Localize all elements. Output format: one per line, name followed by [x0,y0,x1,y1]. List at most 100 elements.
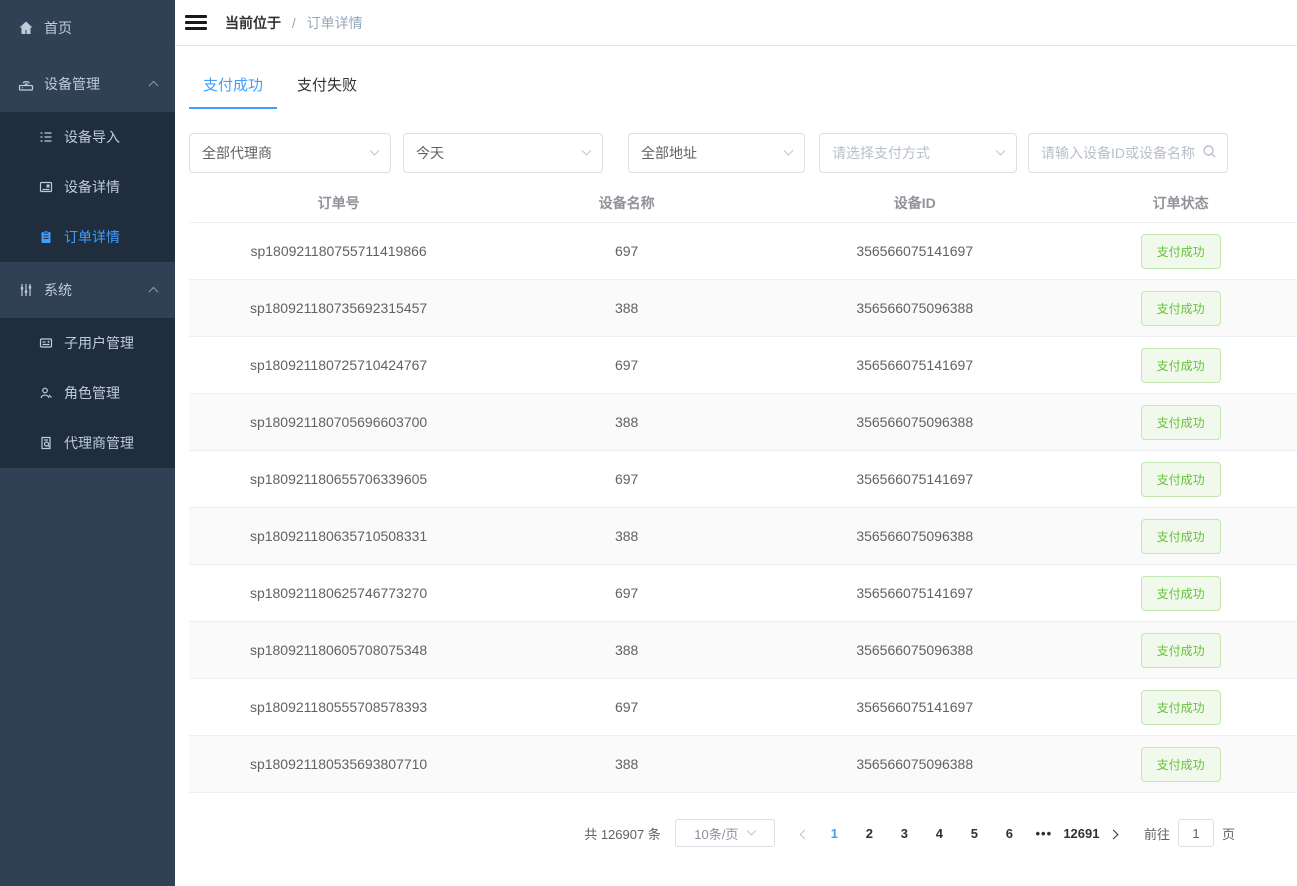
cell-device-name: 697 [488,471,765,487]
main-panel: 当前位于 / 订单详情 支付成功 支付失败 全部代理商 今天 [175,0,1297,886]
sidebar-item-role[interactable]: 角色管理 [0,368,175,418]
breadcrumb-current[interactable]: 订单详情 [307,15,363,31]
address-select[interactable]: 全部地址 [628,133,805,173]
chevron-down-icon [582,145,592,155]
card-icon [38,179,54,195]
sidebar-item-device-detail[interactable]: 设备详情 [0,162,175,212]
date-select-value: 今天 [416,143,575,163]
table-header: 订单号 设备名称 设备ID 订单状态 [189,183,1297,223]
cell-order-no: sp180921180705696603700 [189,414,488,430]
id-card-icon [38,335,54,351]
status-badge[interactable]: 支付成功 [1141,462,1221,497]
sidebar-item-label: 设备导入 [64,127,120,147]
breadcrumb: 当前位于 / 订单详情 [225,13,363,33]
status-badge[interactable]: 支付成功 [1141,405,1221,440]
status-badge[interactable]: 支付成功 [1141,633,1221,668]
device-icon [18,76,34,92]
tab-pay-success[interactable]: 支付成功 [189,74,277,109]
table-row: sp180921180535693807710 388 356566075096… [189,736,1297,793]
goto-page-input[interactable] [1178,819,1214,847]
cell-order-no: sp180921180555708578393 [189,699,488,715]
content: 支付成功 支付失败 全部代理商 今天 全部地址 请选择支付方式 [175,46,1297,847]
cell-device-name: 697 [488,243,765,259]
sidebar-item-subuser[interactable]: 子用户管理 [0,318,175,368]
cell-device-id: 356566075096388 [765,528,1064,544]
prev-page-button[interactable] [793,825,817,841]
goto-label: 前往 [1144,824,1170,843]
doc-search-icon [38,435,54,451]
status-badge[interactable]: 支付成功 [1141,690,1221,725]
tab-pay-fail[interactable]: 支付失败 [283,74,371,109]
status-badge[interactable]: 支付成功 [1141,234,1221,269]
list-icon [38,129,54,145]
table-row: sp180921180735692315457 388 356566075096… [189,280,1297,337]
col-header-status: 订单状态 [1064,193,1297,213]
status-badge[interactable]: 支付成功 [1141,348,1221,383]
cell-device-name: 697 [488,585,765,601]
status-badge[interactable]: 支付成功 [1141,291,1221,326]
sidebar-item-label: 首页 [44,18,72,38]
status-badge[interactable]: 支付成功 [1141,519,1221,554]
cell-device-id: 356566075096388 [765,756,1064,772]
cell-order-no: sp180921180725710424767 [189,357,488,373]
cell-device-name: 388 [488,756,765,772]
sidebar-item-label: 订单详情 [64,227,120,247]
pagination: 共 126907 条 10条/页 1 2 3 4 5 6 ••• 12691 前… [189,819,1297,847]
cell-order-no: sp180921180605708075348 [189,642,488,658]
table-row: sp180921180705696603700 388 356566075096… [189,394,1297,451]
page-number-6[interactable]: 6 [994,826,1024,841]
chevron-down-icon [996,145,1006,155]
status-badge[interactable]: 支付成功 [1141,576,1221,611]
chevron-down-icon [370,145,380,155]
status-badge[interactable]: 支付成功 [1141,747,1221,782]
page-number-last[interactable]: 12691 [1063,826,1099,841]
chevron-down-icon [747,825,757,835]
agent-select[interactable]: 全部代理商 [189,133,391,173]
table-row: sp180921180625746773270 697 356566075141… [189,565,1297,622]
page-number-2[interactable]: 2 [854,826,884,841]
goto-page: 前往 页 [1144,819,1235,847]
cell-device-id: 356566075141697 [765,243,1064,259]
clipboard-icon [38,229,54,245]
hamburger-menu-icon[interactable] [185,12,207,33]
cell-order-no: sp180921180755711419866 [189,243,488,259]
cell-order-no: sp180921180625746773270 [189,585,488,601]
agent-select-value: 全部代理商 [202,143,363,163]
date-select[interactable]: 今天 [403,133,603,173]
page-size-value: 10条/页 [694,824,738,843]
cell-device-id: 356566075096388 [765,414,1064,430]
device-search-input[interactable] [1041,145,1202,161]
address-select-value: 全部地址 [641,143,777,163]
payment-select[interactable]: 请选择支付方式 [819,133,1017,173]
cell-device-id: 356566075141697 [765,699,1064,715]
next-page-button[interactable] [1102,825,1126,841]
table-row: sp180921180555708578393 697 356566075141… [189,679,1297,736]
cell-device-id: 356566075096388 [765,300,1064,316]
more-pages-icon[interactable]: ••• [1029,826,1059,841]
sidebar-group-label: 系统 [44,280,72,300]
page-number-1[interactable]: 1 [819,826,849,841]
breadcrumb-separator: / [292,15,296,31]
sidebar-item-agent[interactable]: 代理商管理 [0,418,175,468]
device-search [1028,133,1228,173]
page-number-4[interactable]: 4 [924,826,954,841]
chevron-up-icon [149,81,159,91]
sidebar-group-device[interactable]: 设备管理 [0,56,175,112]
page-size-select[interactable]: 10条/页 [675,819,775,847]
sidebar-item-device-import[interactable]: 设备导入 [0,112,175,162]
sidebar-item-order-detail[interactable]: 订单详情 [0,212,175,262]
page-number-3[interactable]: 3 [889,826,919,841]
cell-order-no: sp180921180635710508331 [189,528,488,544]
sidebar: 首页 设备管理 设备导入 [0,0,175,886]
cell-device-name: 697 [488,357,765,373]
table-row: sp180921180725710424767 697 356566075141… [189,337,1297,394]
cell-device-name: 388 [488,642,765,658]
tabs: 支付成功 支付失败 [189,74,1297,109]
page-number-5[interactable]: 5 [959,826,989,841]
sidebar-item-home[interactable]: 首页 [0,0,175,56]
table-row: sp180921180635710508331 388 356566075096… [189,508,1297,565]
cell-order-no: sp180921180535693807710 [189,756,488,772]
cell-device-name: 388 [488,300,765,316]
sidebar-group-system[interactable]: 系统 [0,262,175,318]
chevron-down-icon [784,145,794,155]
